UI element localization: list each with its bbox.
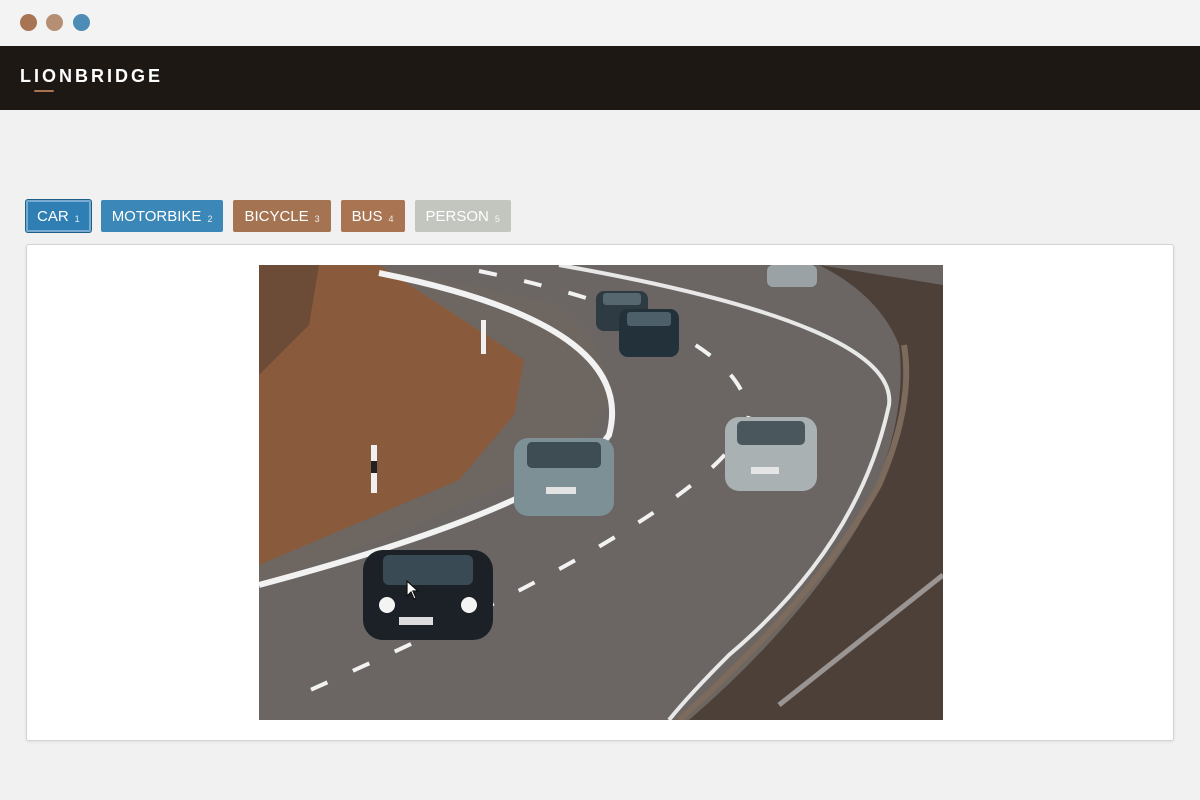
window-minimize-dot[interactable] xyxy=(46,14,63,31)
highway-photo xyxy=(259,265,943,720)
lionbridge-logo: LIONBRIDGE xyxy=(20,66,164,86)
logo-accent xyxy=(34,90,54,92)
annotation-image[interactable] xyxy=(259,265,943,720)
annotation-panel xyxy=(26,244,1174,741)
tab-label: BUS xyxy=(351,207,383,225)
tab-shortcut-number: 4 xyxy=(388,213,394,224)
tab-shortcut-number: 1 xyxy=(74,213,80,224)
car-middle-left xyxy=(514,438,614,516)
label-category-tabs: CAR 1 MOTORBIKE 2 BICYCLE 3 BUS 4 PERSON… xyxy=(26,200,511,232)
car-distant xyxy=(767,265,817,287)
car-far-2 xyxy=(619,309,679,357)
car-front xyxy=(363,550,493,640)
tab-person[interactable]: PERSON 5 xyxy=(414,200,511,232)
tab-label: CAR xyxy=(37,207,69,225)
window-title-bar xyxy=(0,0,1200,46)
app-header: LIONBRIDGE xyxy=(0,46,1200,110)
tab-bus[interactable]: BUS 4 xyxy=(340,200,405,232)
window-maximize-dot[interactable] xyxy=(73,14,90,31)
tab-bicycle[interactable]: BICYCLE 3 xyxy=(233,200,331,232)
window-close-dot[interactable] xyxy=(20,14,37,31)
tab-motorbike[interactable]: MOTORBIKE 2 xyxy=(100,200,224,232)
tab-shortcut-number: 5 xyxy=(494,213,500,224)
tab-label: PERSON xyxy=(425,207,489,225)
tab-label: MOTORBIKE xyxy=(111,207,202,225)
tab-label: BICYCLE xyxy=(244,207,309,225)
mouse-cursor-icon xyxy=(406,580,420,600)
tab-shortcut-number: 2 xyxy=(207,213,213,224)
car-middle-right xyxy=(725,417,817,491)
tab-car[interactable]: CAR 1 xyxy=(26,200,91,232)
tab-shortcut-number: 3 xyxy=(314,213,320,224)
